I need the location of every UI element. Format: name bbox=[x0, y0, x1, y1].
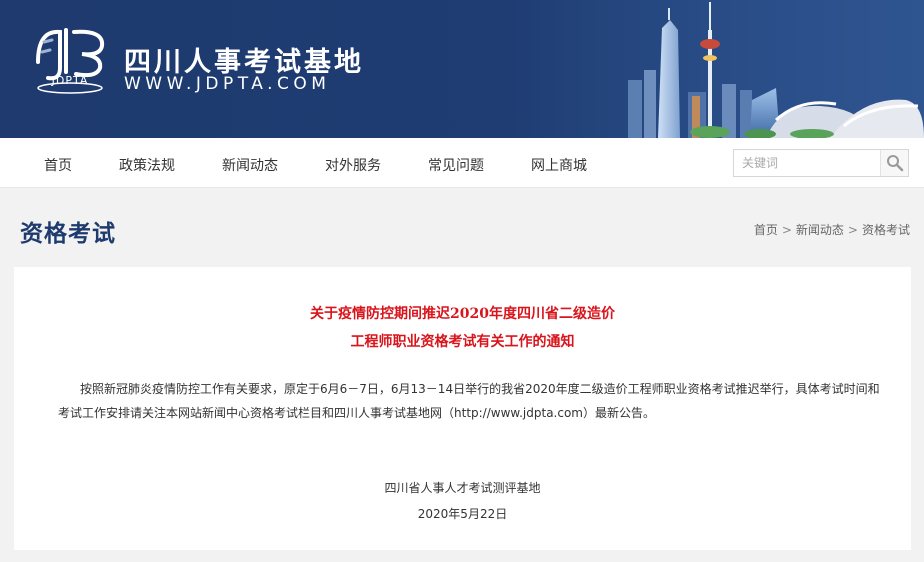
logo-text: JDPTA bbox=[51, 74, 89, 87]
city-skyline-illustration bbox=[628, 2, 924, 138]
search-input[interactable] bbox=[734, 150, 880, 176]
breadcrumb-separator: > bbox=[847, 223, 858, 237]
article-body-line2: 考试工作安排请关注本网站新闻中心资格考试栏目和四川人事考试基地网（http://… bbox=[58, 406, 655, 420]
site-header: JDPTA 四川人事考试基地 WWW.JDPTA.COM bbox=[0, 0, 924, 138]
article-title-line1: 关于疫情防控期间推迟2020年度四川省二级造价 bbox=[310, 306, 615, 322]
nav-item-news[interactable]: 新闻动态 bbox=[222, 155, 278, 175]
article-signature: 四川省人事人才考试测评基地 bbox=[384, 481, 541, 495]
main-nav: 首页 政策法规 新闻动态 对外服务 常见问题 网上商城 bbox=[0, 138, 924, 188]
search-box bbox=[733, 149, 909, 177]
article-body-line1: 按照新冠肺炎疫情防控工作有关要求，原定于6月6－7日，6月13－14日举行的我省… bbox=[80, 382, 880, 396]
nav-item-policy[interactable]: 政策法规 bbox=[119, 155, 175, 175]
nav-item-services[interactable]: 对外服务 bbox=[325, 155, 381, 175]
article-date: 2020年5月22日 bbox=[417, 507, 508, 521]
page-title: 资格考试 bbox=[20, 221, 116, 247]
breadcrumb: 首页 > 新闻动态 > 资格考试 bbox=[754, 221, 910, 238]
breadcrumb-separator: > bbox=[781, 223, 792, 237]
nav-item-home[interactable]: 首页 bbox=[44, 155, 72, 175]
article-title-line2: 工程师职业资格考试有关工作的通知 bbox=[350, 334, 575, 350]
article-panel: 关于疫情防控期间推迟2020年度四川省二级造价 工程师职业资格考试有关工作的通知… bbox=[14, 267, 911, 550]
search-button[interactable] bbox=[880, 150, 908, 176]
breadcrumb-home[interactable]: 首页 bbox=[754, 223, 778, 237]
jdpta-logo[interactable]: JDPTA bbox=[30, 22, 112, 102]
breadcrumb-news[interactable]: 新闻动态 bbox=[796, 223, 844, 237]
breadcrumb-current[interactable]: 资格考试 bbox=[862, 223, 910, 237]
article-body: 按照新冠肺炎疫情防控工作有关要求，原定于6月6－7日，6月13－14日举行的我省… bbox=[58, 377, 888, 425]
site-url: WWW.JDPTA.COM bbox=[124, 74, 331, 94]
search-icon bbox=[887, 155, 904, 172]
nav-item-faq[interactable]: 常见问题 bbox=[428, 155, 484, 175]
nav-item-shop[interactable]: 网上商城 bbox=[531, 155, 587, 175]
